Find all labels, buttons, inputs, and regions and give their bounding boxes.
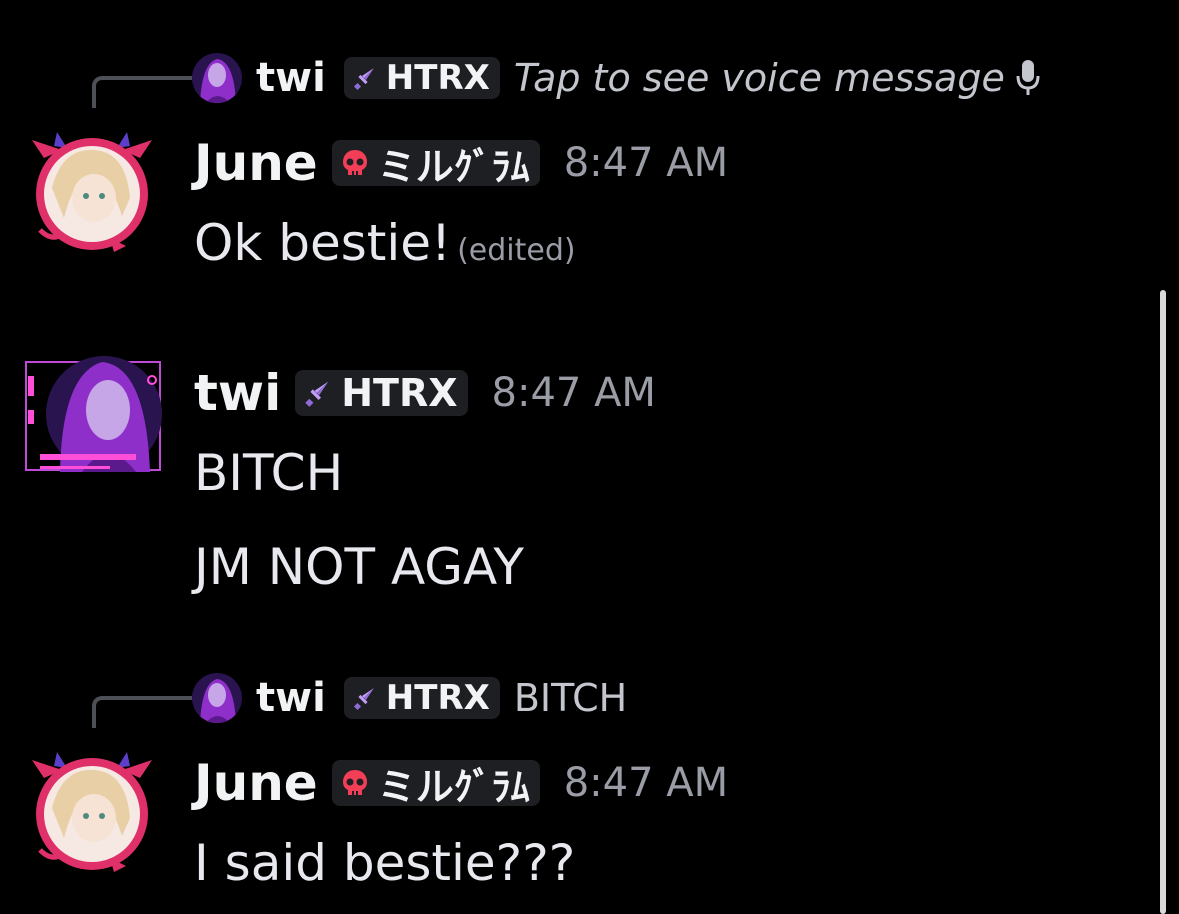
june-avatar[interactable] [22,738,162,878]
sword-icon [352,65,378,91]
sword-icon [352,685,378,711]
message-content[interactable]: JM NOT AGAY [194,538,524,596]
guild-tag-label: ミルｸﾞﾗﾑ [377,764,530,809]
message-content[interactable]: Ok bestie! (edited) [194,214,576,272]
username[interactable]: June [194,754,318,812]
guild-tag[interactable]: HTRX [295,370,468,416]
guild-tag[interactable]: HTRX [343,57,500,99]
reply-preview-text[interactable]: BITCH [514,676,627,720]
twi-mini-avatar[interactable] [192,53,242,103]
message-content[interactable]: I said bestie??? [194,834,575,892]
message-text: BITCH [194,444,344,502]
message-text: JM NOT AGAY [194,538,524,596]
reply-preview[interactable]: twi HTRX BITCH [192,672,627,724]
skull-icon [340,768,370,798]
reply-username[interactable]: twi [256,55,326,101]
message-header: twi HTRX 8:47 AM [194,364,656,422]
june-avatar[interactable] [22,118,162,258]
reply-connector [92,696,192,728]
twi-mini-avatar[interactable] [192,673,242,723]
reply-username[interactable]: twi [256,675,326,721]
microphone-icon [1015,58,1041,98]
guild-tag[interactable]: ミルｸﾞﾗﾑ [331,140,540,189]
reply-preview[interactable]: twi HTRX Tap to see voice message [192,52,1041,104]
message-text: Ok bestie! [194,214,452,272]
username[interactable]: June [194,134,318,192]
reply-connector [92,76,192,108]
guild-tag-label: HTRX [385,58,490,98]
skull-icon [340,148,370,178]
timestamp: 8:47 AM [491,370,656,416]
timestamp: 8:47 AM [563,140,729,186]
scrollbar[interactable] [1160,290,1166,914]
guild-tag[interactable]: ミルｸﾞﾗﾑ [331,760,540,809]
sword-icon [303,378,333,408]
message-text: I said bestie??? [194,834,576,892]
twi-avatar[interactable] [24,354,164,494]
message-group: twi HTRX BITCH June ミルｸﾞﾗﾑ 8:47 AM I sai… [0,660,1140,914]
message-header: June ミルｸﾞﾗﾑ 8:47 AM [194,754,728,812]
guild-tag[interactable]: HTRX [343,677,500,719]
guild-tag-label: ミルｸﾞﾗﾑ [377,144,530,189]
message-group: twi HTRX 8:47 AM BITCH JM NOT AGAY [0,340,1140,630]
message-header: June ミルｸﾞﾗﾑ 8:47 AM [194,134,728,192]
guild-tag-label: HTRX [341,371,458,415]
message-group: twi HTRX Tap to see voice message June ミ… [0,0,1140,300]
timestamp: 8:47 AM [563,760,729,806]
guild-tag-label: HTRX [385,678,490,718]
message-content[interactable]: BITCH [194,444,343,502]
edited-label: (edited) [457,233,576,268]
username[interactable]: twi [194,364,281,422]
reply-preview-text[interactable]: Tap to see voice message [514,56,1005,100]
